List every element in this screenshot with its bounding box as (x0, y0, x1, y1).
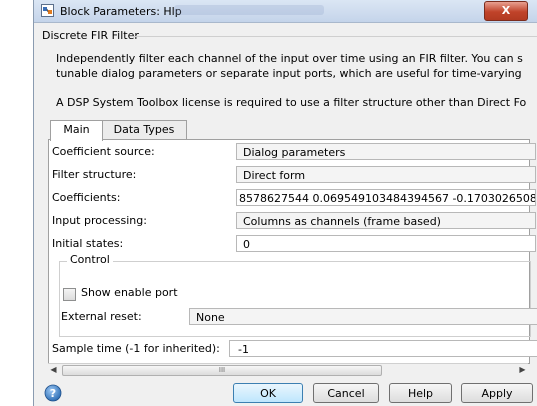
scroll-right-arrow-icon[interactable]: ▶ (517, 364, 528, 375)
ok-button-label: OK (260, 387, 276, 400)
scrollbar-thumb[interactable]: III (62, 365, 382, 376)
coefficients-label: Coefficients: (52, 191, 121, 204)
help-button-label: Help (407, 387, 434, 400)
sample-time-input[interactable]: -1 (229, 340, 537, 357)
apply-button[interactable]: Apply (461, 383, 533, 403)
show-enable-port-checkbox[interactable] (63, 288, 76, 301)
ok-button[interactable]: OK (233, 383, 303, 403)
tab-main[interactable]: Main (50, 120, 103, 141)
help-question-icon[interactable]: ? (44, 384, 62, 402)
license-note: A DSP System Toolbox license is required… (56, 96, 527, 109)
tab-data-types[interactable]: Data Types (101, 120, 187, 140)
apply-button-label: Apply (481, 387, 513, 400)
title-bar-blurred-area (174, 5, 324, 15)
cancel-button-label: Cancel (327, 387, 365, 400)
description-line: tunable dialog parameters or separate in… (56, 67, 522, 80)
scrollbar-grip: III (218, 366, 226, 374)
help-button[interactable]: Help (389, 383, 452, 403)
show-enable-port-label[interactable]: Show enable port (81, 286, 178, 299)
external-reset-dropdown[interactable]: None (189, 308, 537, 325)
cancel-button[interactable]: Cancel (313, 383, 379, 403)
initial-states-input[interactable]: 0 (236, 235, 536, 252)
tab-label: Main (63, 123, 90, 136)
simulink-block-icon (41, 4, 54, 17)
block-group-label: Discrete FIR Filter (42, 29, 139, 42)
svg-text:?: ? (50, 387, 56, 400)
close-button[interactable]: X (484, 1, 528, 21)
initial-states-label: Initial states: (52, 237, 124, 250)
block-description: Independently filter each channel of the… (56, 51, 537, 81)
title-bar[interactable]: Block Parameters: Hlp X (34, 0, 537, 23)
external-reset-label: External reset: (61, 310, 142, 323)
scroll-left-arrow-icon[interactable]: ◀ (48, 364, 59, 375)
sample-time-label: Sample time (-1 for inherited): (52, 342, 220, 355)
group-divider (130, 36, 537, 37)
coefficients-input[interactable]: 8578627544 0.069549103484394567 -0.17030… (236, 189, 536, 206)
description-line: Independently filter each channel of the… (56, 52, 523, 65)
block-parameters-dialog: Block Parameters: Hlp X Discrete FIR Fil… (33, 0, 537, 406)
window-title: Block Parameters: Hlp (60, 5, 182, 18)
input-processing-label: Input processing: (52, 214, 147, 227)
close-icon: X (501, 4, 511, 17)
coefficient-source-dropdown[interactable]: Dialog parameters (236, 143, 536, 160)
control-group-box (59, 261, 531, 337)
input-processing-dropdown[interactable]: Columns as channels (frame based) (236, 212, 536, 229)
tab-label: Data Types (113, 123, 175, 136)
main-tab-panel: Coefficient source: Dialog parameters Fi… (48, 139, 537, 364)
filter-structure-dropdown[interactable]: Direct form (236, 166, 536, 183)
coefficient-source-label: Coefficient source: (52, 145, 155, 158)
control-group-label: Control (67, 253, 113, 266)
filter-structure-label: Filter structure: (52, 168, 137, 181)
horizontal-scrollbar[interactable]: ◀ III ▶ (48, 363, 528, 376)
